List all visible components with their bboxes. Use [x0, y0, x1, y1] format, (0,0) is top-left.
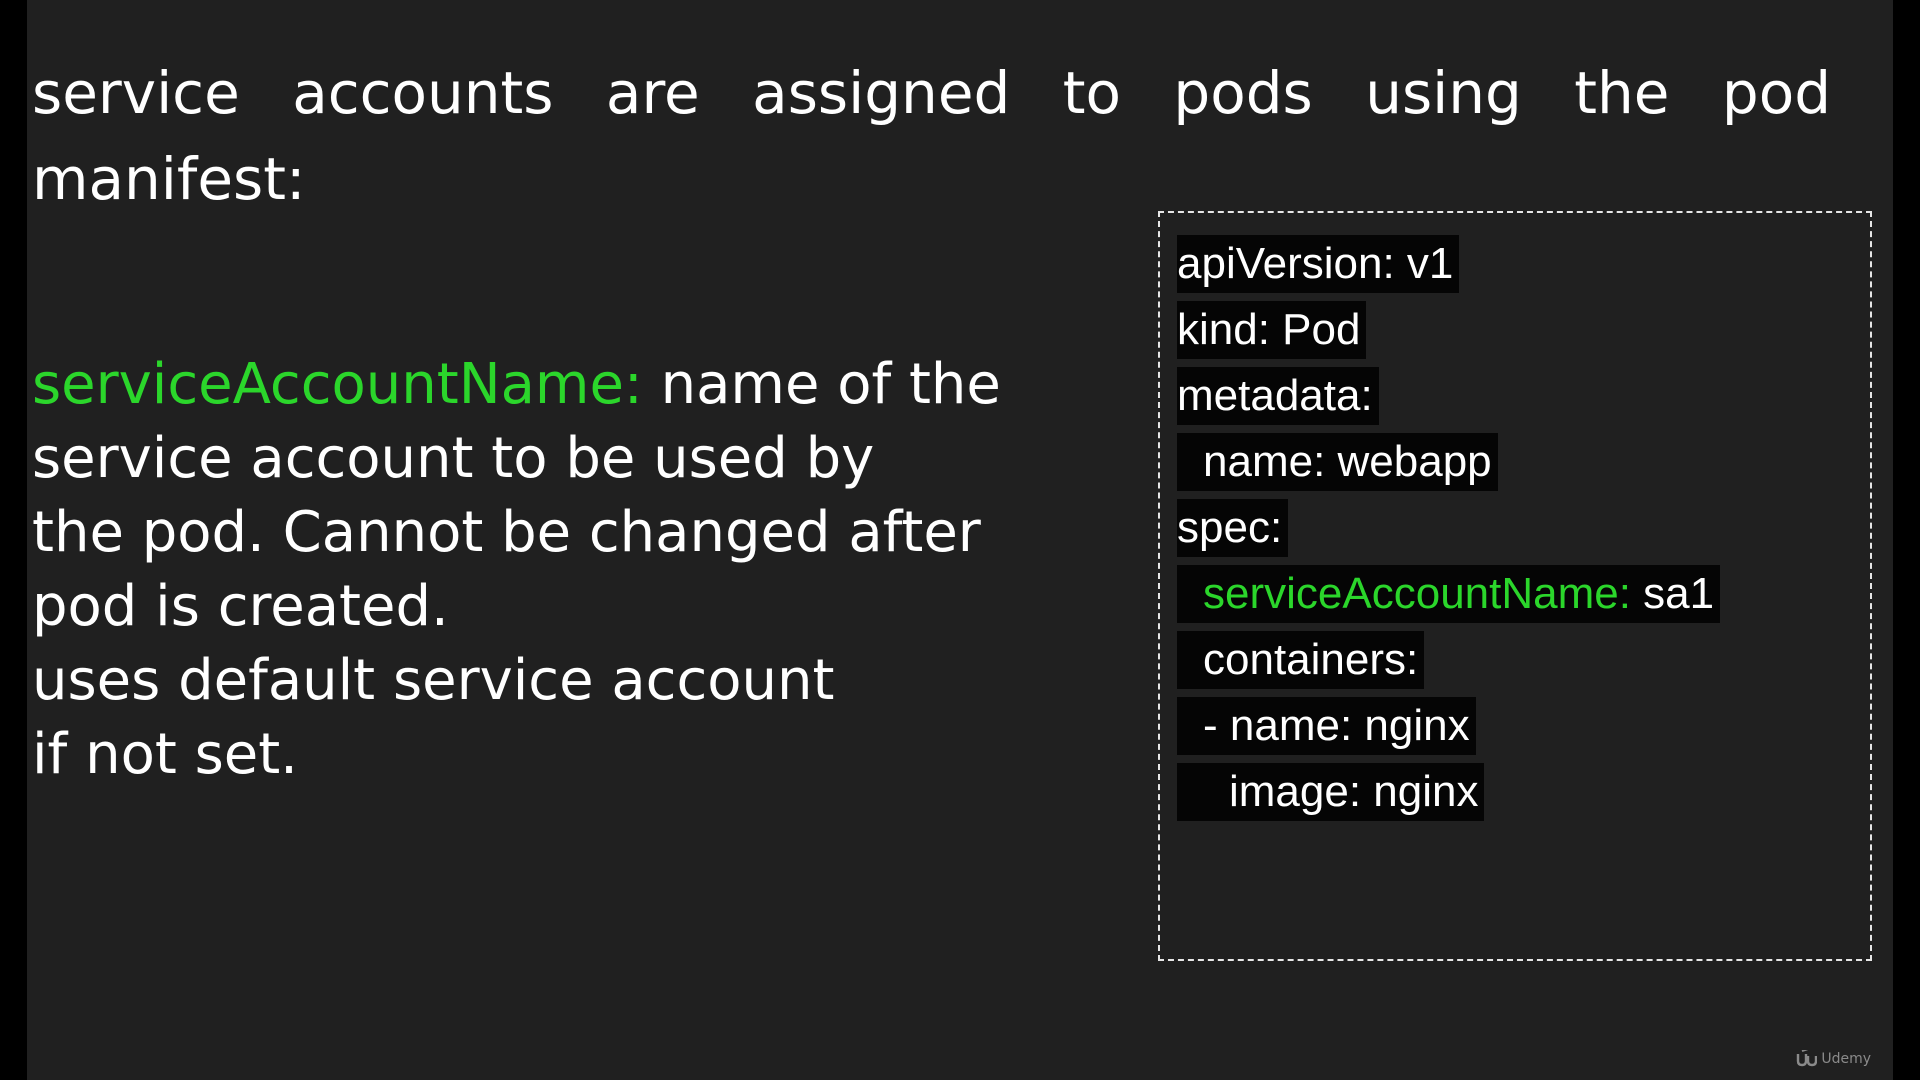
description-line-6: if not set. [32, 722, 298, 787]
code-line: apiVersion: v1 [1177, 235, 1720, 301]
description-term: serviceAccountName: [32, 352, 643, 417]
code-containers: containers: [1177, 631, 1425, 689]
code-line: spec: [1177, 499, 1720, 565]
code-metadata: metadata: [1177, 367, 1379, 425]
code-spec: spec: [1177, 499, 1289, 557]
code-container-image: image: nginx [1177, 763, 1485, 821]
description-text: serviceAccountName: name of the service … [32, 348, 1152, 792]
description-line-4: pod is created. [32, 574, 449, 639]
code-service-account-key: serviceAccountName: [1203, 569, 1631, 618]
slide: service accounts are assigned to pods us… [27, 0, 1893, 1080]
code-service-account: serviceAccountName: sa1 [1177, 565, 1721, 623]
description-line-2: service account to be used by [32, 426, 875, 491]
code-line: containers: [1177, 631, 1720, 697]
slide-heading: service accounts are assigned to pods us… [32, 50, 1893, 222]
code-metadata-name: name: webapp [1177, 433, 1498, 491]
code-api-version: apiVersion: v1 [1177, 235, 1460, 293]
code-line: metadata: [1177, 367, 1720, 433]
description-line-1: serviceAccountName: name of the [32, 348, 1152, 422]
udemy-label: Udemy [1821, 1051, 1871, 1067]
code-line: image: nginx [1177, 763, 1720, 829]
udemy-watermark: Udemy [1795, 1050, 1871, 1068]
code-container-name: - name: nginx [1177, 697, 1476, 755]
code-lines: apiVersion: v1 kind: Pod metadata: name:… [1177, 235, 1721, 829]
description-line-1-rest: name of the [642, 352, 1001, 417]
code-line: name: webapp [1177, 433, 1720, 499]
udemy-logo-icon [1795, 1050, 1818, 1068]
code-line: kind: Pod [1177, 301, 1720, 367]
code-kind: kind: Pod [1177, 301, 1367, 359]
description-line-3: the pod. Cannot be changed after [32, 500, 981, 565]
code-line: serviceAccountName: sa1 [1177, 565, 1721, 631]
code-line: - name: nginx [1177, 697, 1720, 763]
pod-manifest-code-box: apiVersion: v1 kind: Pod metadata: name:… [1158, 211, 1872, 961]
heading-line-1: service accounts are assigned to pods us… [32, 59, 1832, 127]
code-service-account-value: sa1 [1630, 569, 1715, 618]
heading-line-2: manifest: [32, 145, 306, 213]
description-line-5: uses default service account [32, 648, 835, 713]
